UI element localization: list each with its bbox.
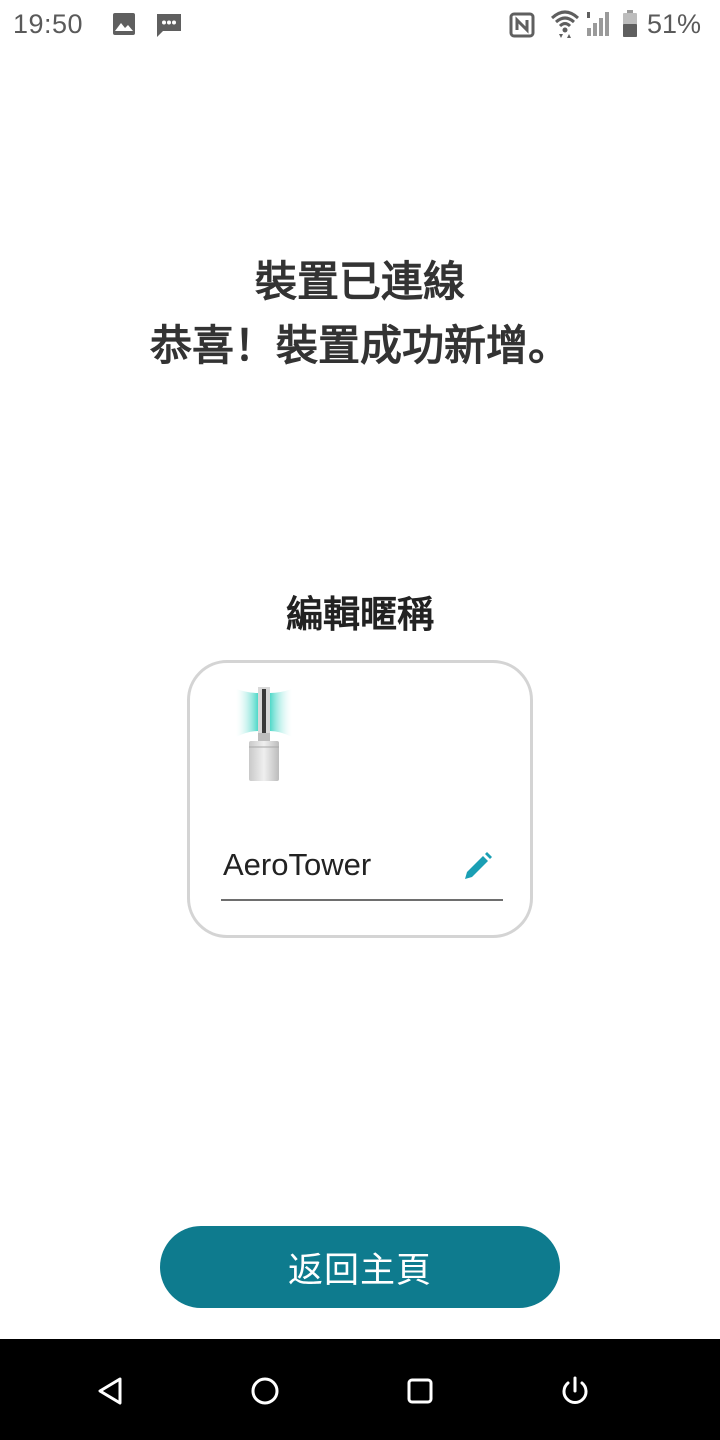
status-bar: 19:50 51% [0, 0, 720, 52]
back-icon[interactable] [90, 1371, 130, 1411]
nickname-field[interactable]: AeroTower [221, 833, 503, 901]
device-nickname[interactable]: AeroTower [223, 847, 371, 883]
wifi-icon [550, 8, 580, 44]
image-icon [112, 12, 136, 40]
message-icon [155, 12, 183, 42]
return-home-button[interactable]: 返回主頁 [160, 1226, 560, 1308]
battery-icon [622, 10, 638, 42]
navigation-bar [0, 1339, 720, 1440]
pencil-icon[interactable] [461, 851, 493, 883]
nfc-icon [509, 12, 535, 42]
status-time: 19:50 [13, 9, 84, 39]
battery-percent: 51% [647, 9, 702, 39]
heading-success-message: 恭喜！裝置成功新增。 [149, 321, 570, 370]
air-purifier-tower-icon [234, 687, 294, 783]
home-icon[interactable] [245, 1371, 285, 1411]
heading-connected: 裝置已連線 [254, 257, 465, 306]
signal-icon [585, 10, 613, 42]
connection-heading: 裝置已連線 恭喜！裝置成功新增。 [0, 250, 720, 378]
power-icon[interactable] [555, 1371, 595, 1411]
edit-nickname-title: 編輯暱稱 [286, 593, 434, 636]
device-card: AeroTower [187, 660, 533, 938]
recents-icon[interactable] [400, 1371, 440, 1411]
